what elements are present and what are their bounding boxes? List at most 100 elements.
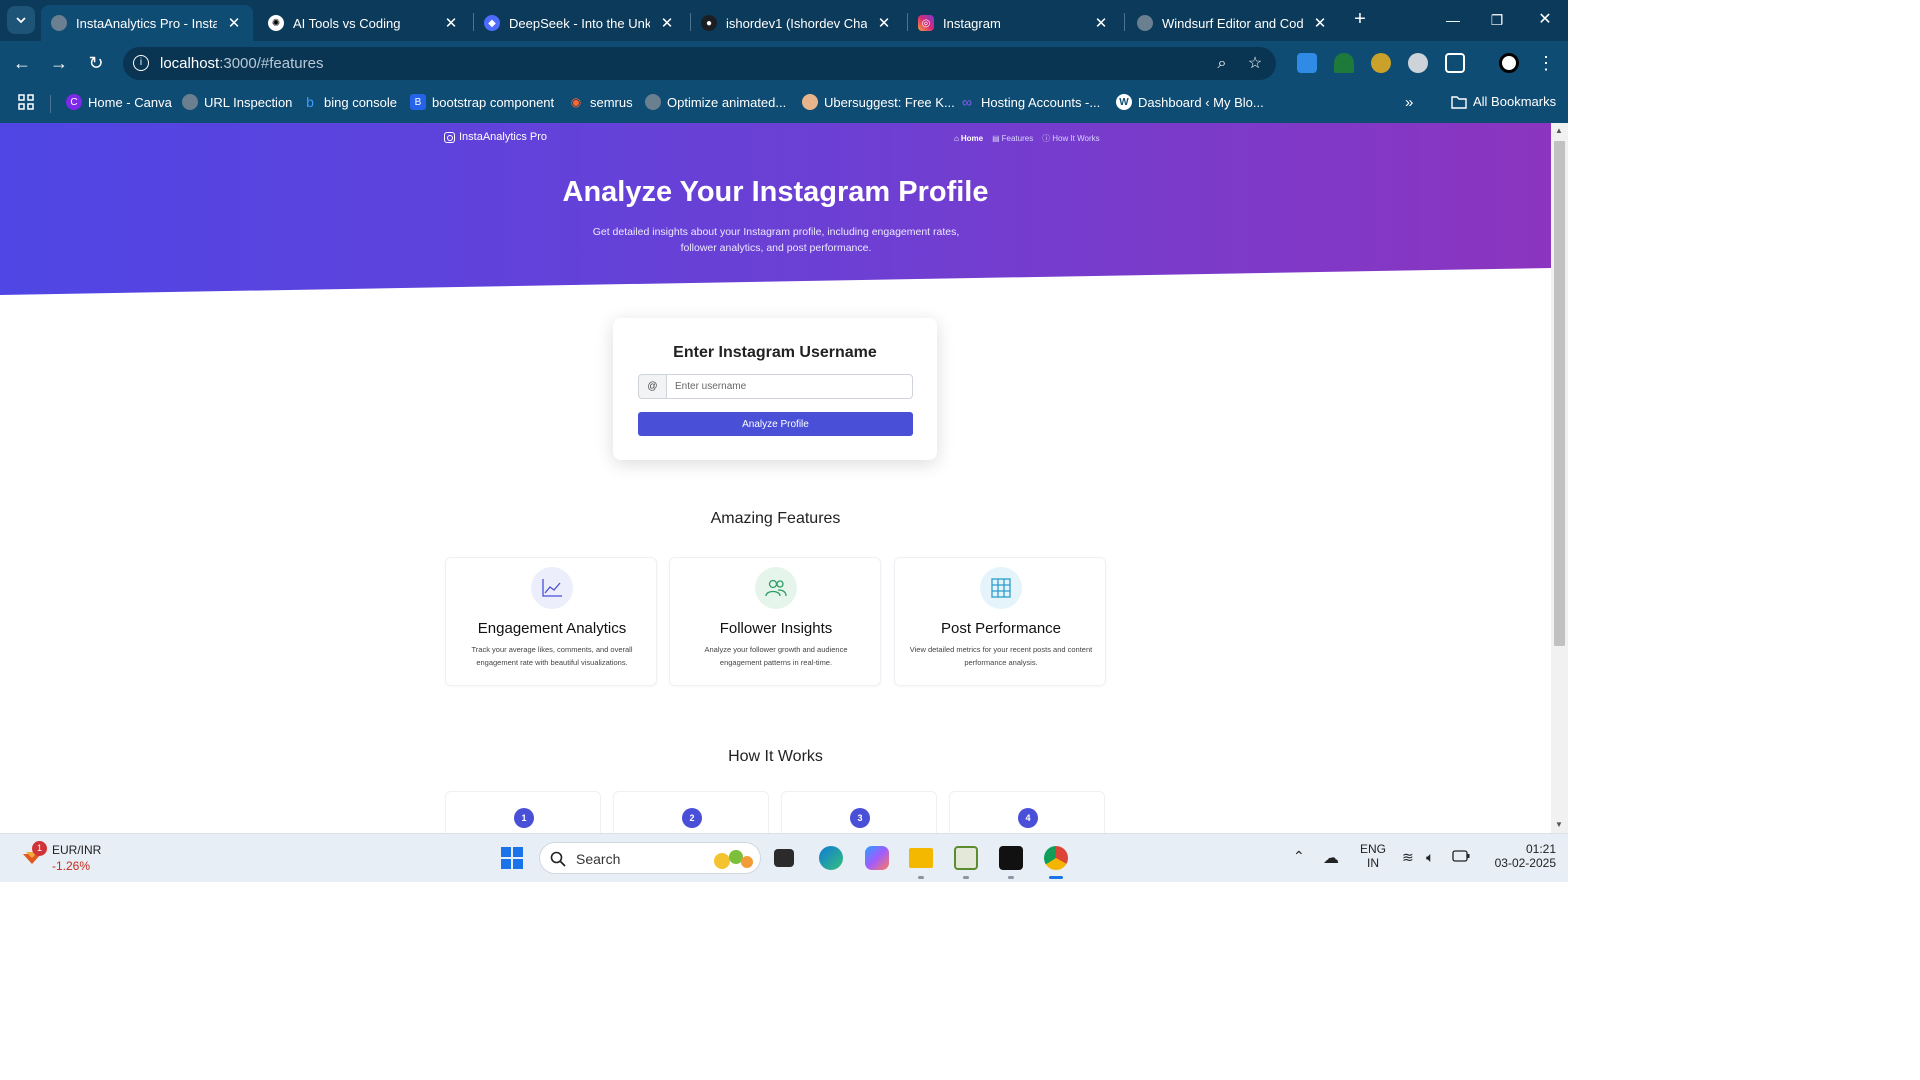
nav-features[interactable]: ▤ Features (992, 133, 1033, 144)
tab-title: ishordev1 (Ishordev Chaud (726, 15, 867, 31)
scroll-thumb[interactable] (1554, 141, 1565, 646)
wordpress-icon: W (1116, 94, 1132, 110)
windows-start-icon[interactable] (500, 846, 524, 870)
volume-icon[interactable]: 🔈︎ (1426, 849, 1434, 866)
close-icon[interactable]: ✕ (225, 14, 243, 32)
tab-title: Instagram (943, 15, 1001, 31)
forward-button[interactable]: → (47, 51, 71, 75)
bookmark-canva[interactable]: C Home - Canva (66, 94, 172, 110)
bookmark-label: bootstrap component (432, 94, 555, 110)
bookmark-bing-console[interactable]: b bing console (302, 94, 397, 110)
notes-app-icon[interactable] (954, 846, 978, 870)
username-input[interactable] (666, 374, 913, 399)
file-explorer-icon[interactable] (909, 848, 933, 868)
bookmark-label: bing console (324, 94, 397, 110)
clock[interactable]: 01:21 03-02-2025 (1478, 842, 1556, 870)
apps-grid-icon[interactable] (18, 94, 34, 110)
minimize-button[interactable]: — (1441, 8, 1465, 32)
close-icon[interactable]: ✕ (1311, 14, 1329, 32)
tab-instaanalytics[interactable]: InstaAnalytics Pro - Instagr ✕ (41, 5, 253, 41)
scroll-up-icon[interactable]: ▲ (1555, 126, 1563, 135)
step-number: 3 (850, 808, 870, 828)
close-icon[interactable]: ✕ (875, 14, 893, 32)
download-extension-icon[interactable] (1297, 53, 1317, 73)
restore-button[interactable]: ❐ (1485, 8, 1509, 32)
openai-icon: ✺ (268, 15, 284, 31)
battery-icon[interactable] (1452, 850, 1470, 865)
at-prefix: @ (638, 374, 666, 399)
brand-name: InstaAnalytics Pro (459, 131, 548, 143)
notification-badge: 1 (32, 841, 47, 856)
language-indicator[interactable]: ENG IN (1359, 842, 1387, 870)
feature-card-engagement: Engagement Analytics Track your average … (445, 557, 657, 686)
menu-dots-icon[interactable]: ⋮ (1534, 51, 1558, 75)
deepseek-icon: ◆ (484, 15, 500, 31)
bookmark-hosting[interactable]: ∞ Hosting Accounts -... (959, 94, 1100, 110)
tab-github[interactable]: ● ishordev1 (Ishordev Chaud ✕ (691, 5, 903, 41)
bookmark-dashboard[interactable]: W Dashboard ‹ My Blo... (1116, 94, 1264, 110)
address-bar[interactable]: i localhost:3000/#features ⌕ ☆ (123, 47, 1276, 80)
address-url: localhost:3000/#features (160, 55, 323, 72)
bookmark-label: URL Inspection (204, 94, 293, 110)
bookmark-label: Ubersuggest: Free K... (824, 94, 955, 110)
scroll-down-icon[interactable]: ▼ (1555, 820, 1563, 829)
all-bookmarks-label: All Bookmarks (1473, 94, 1557, 109)
tab-title: DeepSeek - Into the Unkno (509, 15, 650, 31)
bookmarks-bar: C Home - Canva URL Inspection b bing conso… (0, 85, 1568, 123)
reload-button[interactable]: ↻ (84, 51, 108, 75)
wifi-icon[interactable]: ≋ (1402, 849, 1414, 866)
taskbar-search[interactable]: Search (539, 842, 761, 874)
feature-card-followers: Follower Insights Analyze your follower … (669, 557, 881, 686)
site-info-icon[interactable]: i (133, 55, 149, 71)
bookmark-bootstrap[interactable]: Bbootstrap component (410, 94, 554, 110)
green-extension-icon[interactable] (1334, 53, 1354, 73)
analyze-profile-button[interactable]: Analyze Profile (638, 412, 913, 436)
bookmark-label: semrus (590, 94, 633, 110)
tab-search-button[interactable] (7, 6, 35, 34)
chrome-icon[interactable] (1044, 846, 1068, 870)
tab-ai-tools[interactable]: ✺ AI Tools vs Coding ✕ (258, 5, 470, 41)
bookmark-url-inspection[interactable]: URL Inspection (182, 94, 292, 110)
task-view-icon[interactable] (774, 849, 794, 867)
nav-features-label: Features (1001, 134, 1034, 143)
new-tab-button[interactable]: + (1348, 8, 1372, 32)
bookmark-star-icon[interactable]: ☆ (1245, 54, 1265, 74)
back-button[interactable]: ← (10, 51, 34, 75)
cloud-extension-icon[interactable] (1408, 53, 1428, 73)
edge-icon[interactable] (819, 846, 843, 870)
all-bookmarks-button[interactable]: All Bookmarks (1451, 94, 1556, 109)
copilot-icon[interactable] (865, 846, 889, 870)
extensions-puzzle-icon[interactable] (1445, 53, 1465, 73)
tab-instagram[interactable]: ◎ Instagram ✕ (908, 5, 1120, 41)
tab-deepseek[interactable]: ◆ DeepSeek - Into the Unkno ✕ (474, 5, 686, 41)
close-icon[interactable]: ✕ (442, 14, 460, 32)
nav-home[interactable]: ⌂ Home (954, 133, 983, 144)
close-icon[interactable]: ✕ (658, 14, 676, 32)
canva-icon: C (66, 94, 82, 110)
ubersuggest-icon (802, 94, 818, 110)
tray-chevron-icon[interactable]: ⌃ (1293, 848, 1305, 865)
features-title: Amazing Features (710, 510, 841, 527)
close-icon[interactable]: ✕ (1092, 14, 1110, 32)
terminal-app-icon[interactable] (999, 846, 1023, 870)
ticker-pair[interactable]: EUR/INR (52, 843, 101, 857)
home-icon: ⌂ (954, 134, 959, 143)
nav-home-label: Home (960, 134, 984, 143)
step-number: 2 (682, 808, 702, 828)
tab-windsurf[interactable]: Windsurf Editor and Codei ✕ (1127, 5, 1339, 41)
browser-toolbar: ← → ↻ i localhost:3000/#features ⌕ ☆ ⋮ (0, 41, 1568, 85)
bookmark-semrus[interactable]: ◉ semrus (568, 94, 633, 110)
profile-avatar[interactable] (1499, 53, 1519, 73)
onedrive-cloud-icon[interactable]: ☁ (1323, 848, 1339, 868)
feature-title: Follower Insights (719, 620, 833, 637)
more-bookmarks-icon[interactable]: » (1405, 94, 1413, 111)
brand-logo[interactable]: InstaAnalytics Pro (444, 131, 547, 143)
close-window-button[interactable]: ✕ (1533, 8, 1557, 32)
page-scrollbar[interactable]: ▲ ▼ (1551, 123, 1568, 833)
nav-how-it-works[interactable]: ⓘ How It Works (1042, 133, 1099, 144)
lang-region: IN (1367, 856, 1379, 870)
colorful-extension-icon[interactable] (1371, 53, 1391, 73)
bookmark-ubersuggest[interactable]: Ubersuggest: Free K... (802, 94, 955, 110)
bookmark-optimize[interactable]: Optimize animated... (645, 94, 786, 110)
zoom-icon[interactable]: ⌕ (1212, 54, 1232, 74)
